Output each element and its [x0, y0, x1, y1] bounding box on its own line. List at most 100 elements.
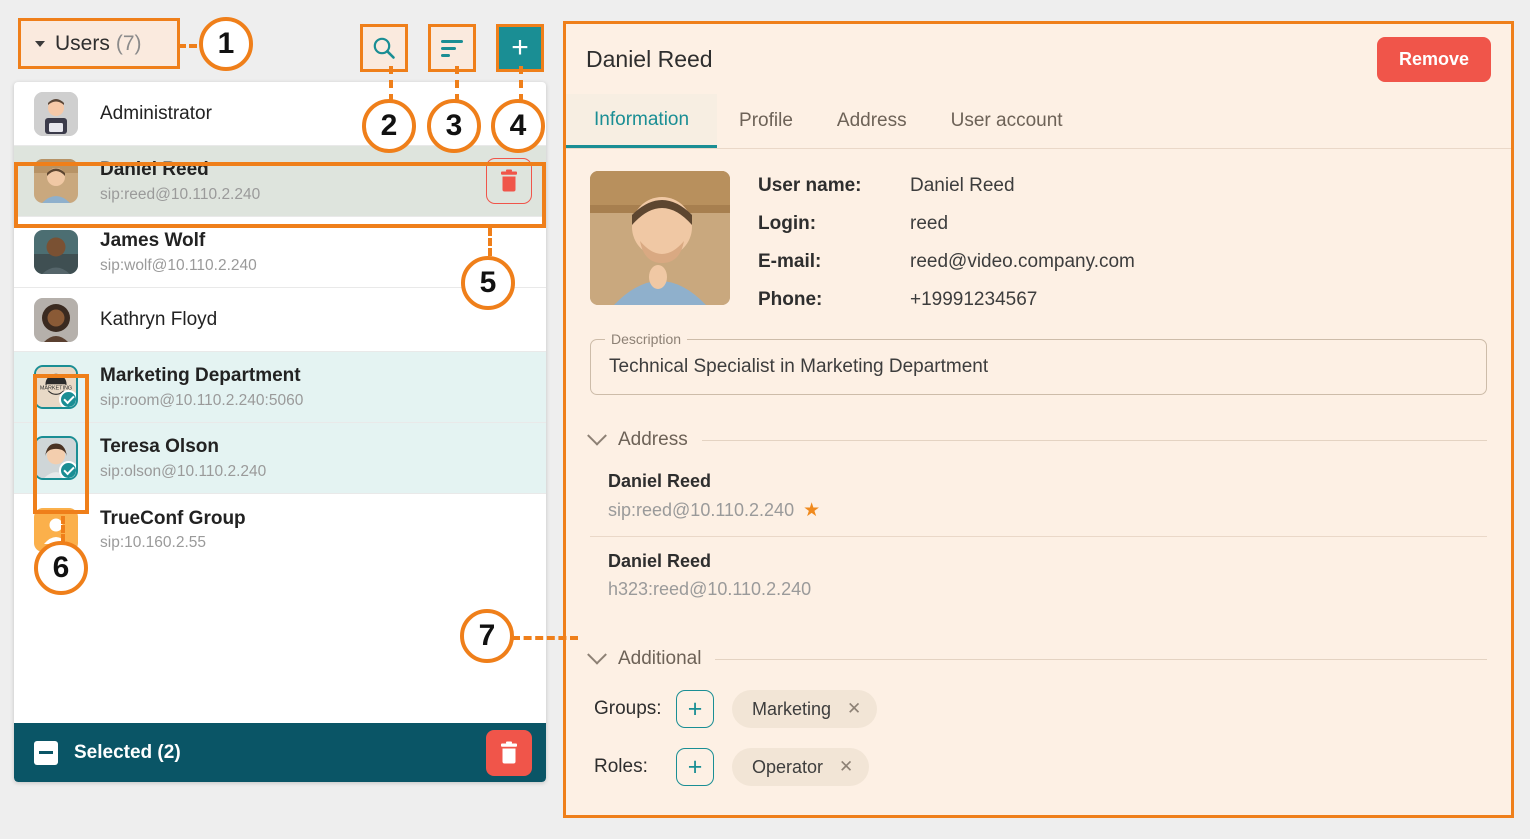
- field-label: User name:: [758, 175, 862, 196]
- field-phone: Phone: +19991234567: [758, 289, 1487, 311]
- plus-icon: +: [687, 752, 703, 781]
- list-item-name: Marketing Department: [100, 365, 301, 387]
- tab-profile[interactable]: Profile: [717, 94, 815, 148]
- group-chip[interactable]: Marketing ✕: [732, 690, 878, 728]
- field-label: Phone:: [758, 289, 823, 310]
- page-title: Daniel Reed: [586, 45, 713, 72]
- avatar: [34, 230, 78, 274]
- address-name: Daniel Reed: [608, 471, 712, 491]
- favorite-star-icon[interactable]: ★: [803, 499, 820, 522]
- callout-connector-2: [389, 66, 393, 102]
- address-uri: sip:reed@10.110.2.240: [608, 500, 795, 520]
- search-button[interactable]: [360, 24, 408, 72]
- list-item-text: Kathryn Floyd: [100, 308, 532, 332]
- admin-avatar-icon: [34, 91, 78, 136]
- user-photo: [590, 171, 730, 305]
- delete-selected-button[interactable]: [486, 729, 532, 776]
- chevron-down-icon: [587, 644, 607, 665]
- field-value: Daniel Reed: [910, 175, 1015, 196]
- list-item-name: James Wolf: [100, 230, 206, 252]
- roles-row: Roles: + Operator ✕: [590, 748, 1487, 786]
- address-section-header[interactable]: Address: [587, 425, 1487, 451]
- user-details-panel: Daniel Reed Remove Information Profile A…: [563, 21, 1514, 818]
- description-legend: Description: [605, 331, 688, 347]
- callout-connector-7: [512, 636, 578, 640]
- close-icon[interactable]: ✕: [847, 699, 861, 719]
- callout-connector-3: [455, 66, 459, 102]
- address-item[interactable]: Daniel Reed h323:reed@10.110.2.240: [590, 537, 1487, 614]
- field-value: reed: [910, 213, 949, 234]
- add-user-button[interactable]: +: [496, 24, 544, 72]
- delete-user-button[interactable]: [486, 158, 532, 204]
- list-item[interactable]: Teresa Olson sip:olson@10.110.2.240: [14, 423, 546, 494]
- address-uri-row: sip:reed@10.110.2.240 ★: [608, 499, 1483, 522]
- avatar: [34, 91, 78, 136]
- address-uri: h323:reed@10.110.2.240: [608, 579, 812, 599]
- callout-marker-2: 2: [362, 99, 416, 153]
- search-icon: [373, 37, 395, 59]
- users-count: (7): [115, 31, 142, 55]
- avatar: [34, 297, 78, 342]
- details-header: Daniel Reed Remove: [566, 24, 1511, 94]
- selected-bar: Selected (2): [14, 723, 546, 782]
- add-group-button[interactable]: +: [676, 690, 714, 728]
- field-label: Login:: [758, 213, 817, 234]
- users-dropdown[interactable]: Users (7): [18, 18, 180, 69]
- user-photo-reed: [34, 159, 78, 203]
- selected-count-label: Selected (2): [74, 741, 181, 763]
- field-value: +19991234567: [910, 289, 1038, 310]
- tab-information[interactable]: Information: [566, 94, 718, 148]
- trash-icon: [501, 169, 517, 192]
- callout-marker-7: 7: [460, 609, 514, 663]
- users-toolbar: Users (7) +: [14, 12, 546, 74]
- callout-connector-4: [519, 66, 523, 102]
- field-email: E-mail: reed@video.company.com: [758, 251, 1487, 273]
- trash-icon: [501, 741, 517, 763]
- avatar: [34, 159, 78, 203]
- list-item[interactable]: TrueConf Group sip:10.160.2.55: [14, 494, 546, 565]
- chevron-down-icon: [35, 40, 45, 47]
- close-icon[interactable]: ✕: [839, 757, 853, 777]
- callout-connector-5: [488, 228, 492, 256]
- users-dropdown-label: Users: [55, 31, 110, 55]
- remove-button[interactable]: Remove: [1376, 36, 1491, 82]
- address-uri-row: h323:reed@10.110.2.240: [608, 579, 1483, 600]
- details-body: User name: Daniel Reed Login: reed E-mai…: [566, 149, 1511, 786]
- additional-section-header[interactable]: Additional: [587, 644, 1487, 670]
- tab-user-account[interactable]: User account: [929, 94, 1085, 148]
- tab-address[interactable]: Address: [815, 94, 929, 148]
- field-value: reed@video.company.com: [910, 251, 1135, 272]
- list-item[interactable]: MARKETING Marketing Department sip:room@…: [14, 352, 546, 423]
- section-title: Address: [618, 429, 688, 450]
- minus-checkbox-icon[interactable]: [34, 740, 58, 765]
- user-fields: User name: Daniel Reed Login: reed E-mai…: [758, 171, 1487, 327]
- list-item-name: Kathryn Floyd: [100, 308, 218, 330]
- list-item[interactable]: Daniel Reed sip:reed@10.110.2.240: [14, 146, 546, 217]
- callout-marker-4: 4: [491, 99, 545, 153]
- sort-button[interactable]: [428, 24, 476, 72]
- avatar: MARKETING: [34, 365, 78, 409]
- roles-label: Roles:: [594, 756, 648, 777]
- role-chip[interactable]: Operator ✕: [732, 748, 870, 786]
- user-photo-wolf: [34, 230, 78, 274]
- groups-label: Groups:: [594, 698, 662, 719]
- add-role-button[interactable]: +: [676, 748, 714, 786]
- callout-marker-1: 1: [199, 17, 253, 71]
- description-field[interactable]: Description Technical Specialist in Mark…: [590, 331, 1487, 395]
- list-item-uri: sip:reed@10.110.2.240: [100, 185, 261, 203]
- user-photo-reed-large: [590, 171, 730, 305]
- section-title: Additional: [618, 648, 702, 669]
- list-item-name: Teresa Olson: [100, 436, 219, 458]
- list-item-text: TrueConf Group sip:10.160.2.55: [100, 507, 532, 553]
- avatar: [34, 436, 78, 480]
- info-summary: User name: Daniel Reed Login: reed E-mai…: [590, 171, 1487, 327]
- list-item-uri: sip:10.160.2.55: [100, 534, 207, 552]
- field-user-name: User name: Daniel Reed: [758, 175, 1487, 197]
- callout-marker-6: 6: [34, 541, 88, 595]
- selected-check-icon: [59, 390, 76, 407]
- address-item[interactable]: Daniel Reed sip:reed@10.110.2.240 ★: [590, 457, 1487, 537]
- address-name: Daniel Reed: [608, 551, 712, 571]
- selected-check-icon: [59, 461, 76, 478]
- field-label: E-mail:: [758, 251, 822, 272]
- screenshot-root: Users (7) + Administrator Daniel Reed si…: [0, 0, 1530, 839]
